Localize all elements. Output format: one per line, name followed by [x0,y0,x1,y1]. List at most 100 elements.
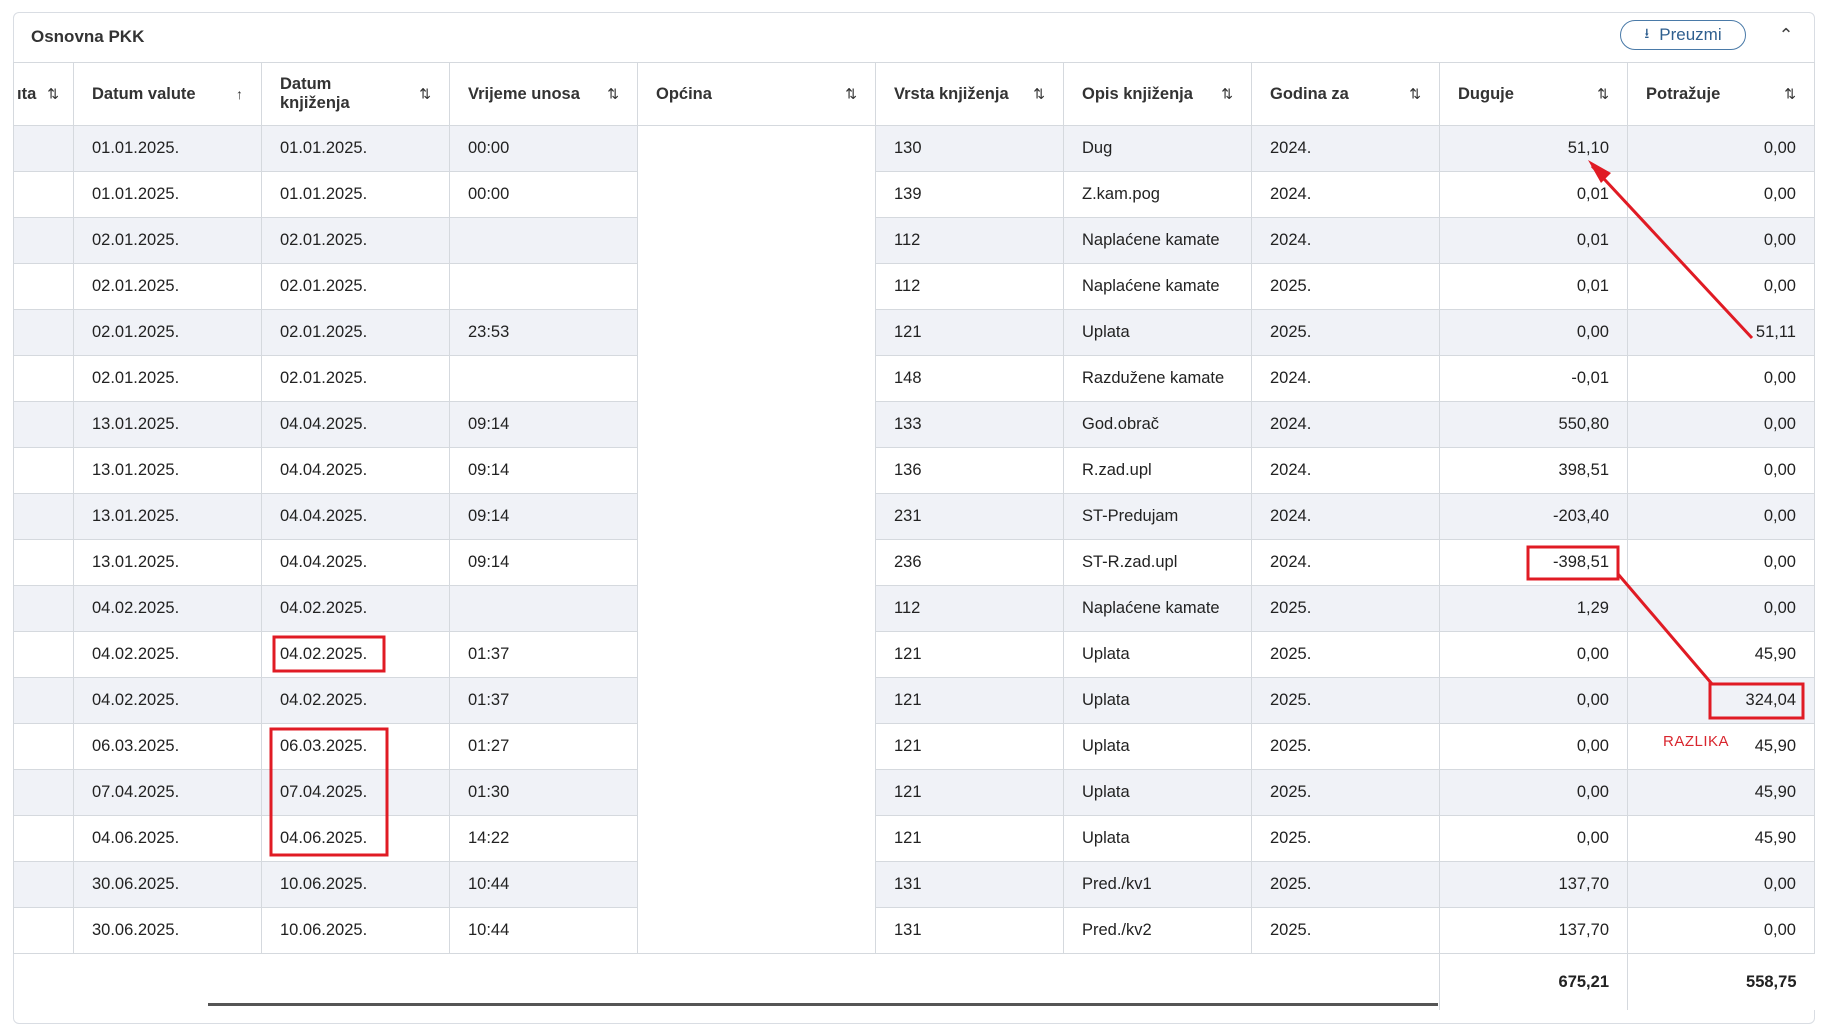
column-header[interactable]: Vrijeme unosa ⇅ [449,62,638,126]
transactions-table: ıta ⇅ Datum valute ↑ Datum knjiženja ⇅ Vrijeme… [13,62,1815,1010]
table-cell-opis: Naplaćene kamate [1063,263,1252,310]
sort-icon[interactable]: ⇅ [419,86,431,103]
table-cell-lead [13,907,74,954]
sort-icon[interactable]: ⇅ [1784,86,1796,103]
table-row[interactable]: 01.01.2025. 01.01.2025. 00:00 139 Z.kam.pog 2… [13,171,1815,218]
table-row[interactable]: 30.06.2025. 10.06.2025. 10:44 131 Pred./kv1 2… [13,861,1815,908]
table-row[interactable]: 04.06.2025. 04.06.2025. 14:22 121 Uplata 2025… [13,815,1815,862]
table-row[interactable]: 07.04.2025. 07.04.2025. 01:30 121 Uplata 2025… [13,769,1815,816]
table-cell-lead [13,769,74,816]
table-cell-opcina [637,125,876,172]
table-row[interactable]: 04.02.2025. 04.02.2025. 112 Naplaćene kamat… [13,585,1815,632]
table-cell-potrazuje: 0,00 [1627,861,1815,908]
table-header-row: ıta ⇅ Datum valute ↑ Datum knjiženja ⇅ Vrijeme… [13,62,1815,126]
sort-icon[interactable]: ⇅ [607,86,619,103]
table-cell-potrazuje: 0,00 [1627,539,1815,586]
table-row[interactable]: 13.01.2025. 04.04.2025. 09:14 133 God.obrač 2… [13,401,1815,448]
table-cell-godina: 2025. [1251,907,1440,954]
table-row[interactable]: 13.01.2025. 04.04.2025. 09:14 231 ST-Preduja… [13,493,1815,540]
table-cell-lead [13,263,74,310]
table-cell-knjizenje: 01.01.2025. [261,125,450,172]
table-cell-vrsta: 131 [875,907,1064,954]
table-cell-lead [13,217,74,264]
table-row[interactable]: 02.01.2025. 02.01.2025. 23:53 121 Uplata 2025… [13,309,1815,356]
table-cell-duguje: 550,80 [1439,401,1628,448]
bottom-scrollbar[interactable] [208,1003,1438,1006]
sort-icon[interactable]: ⇅ [845,86,857,103]
sort-icon[interactable]: ⇅ [1221,86,1233,103]
table-cell-duguje: 0,00 [1439,723,1628,770]
table-row[interactable]: 02.01.2025. 02.01.2025. 112 Naplaćene kamat… [13,263,1815,310]
table-cell-valuta: 07.04.2025. [73,769,262,816]
table-cell-potrazuje: 0,00 [1627,447,1815,494]
table-cell-vrijeme: 09:14 [449,493,638,540]
table-cell-opcina [637,585,876,632]
table-cell-potrazuje: 0,00 [1627,263,1815,310]
column-header[interactable]: Opis knjiženja ⇅ [1063,62,1252,126]
table-cell-opis: Z.kam.pog [1063,171,1252,218]
column-header[interactable]: Vrsta knjiženja ⇅ [875,62,1064,126]
table-cell-opcina [637,723,876,770]
table-row[interactable]: 01.01.2025. 01.01.2025. 00:00 130 Dug 2024. 51… [13,125,1815,172]
column-header[interactable]: Općina ⇅ [637,62,876,126]
table-cell-knjizenje: 04.02.2025. [261,631,450,678]
table-row[interactable]: 13.01.2025. 04.04.2025. 09:14 136 R.zad.upl 2… [13,447,1815,494]
column-header-label: Vrsta knjiženja [894,84,1009,103]
table-row[interactable]: 04.02.2025. 04.02.2025. 01:37 121 Uplata 2025… [13,631,1815,678]
table-cell-vrsta: 231 [875,493,1064,540]
sort-icon[interactable]: ⇅ [1409,86,1421,103]
table-cell-vrsta: 112 [875,263,1064,310]
table-cell-potrazuje: 45,90 [1627,769,1815,816]
table-row[interactable]: 06.03.2025. 06.03.2025. 01:27 121 Uplata 2025… [13,723,1815,770]
table-cell-vrsta: 121 [875,631,1064,678]
table-cell-lead [13,125,74,172]
table-cell-vrsta: 130 [875,125,1064,172]
sort-icon[interactable]: ⇅ [1033,86,1045,103]
sort-icon[interactable]: ⇅ [47,86,59,103]
table-cell-valuta: 01.01.2025. [73,171,262,218]
sort-ascending-icon[interactable]: ↑ [236,86,243,102]
table-row[interactable]: 13.01.2025. 04.04.2025. 09:14 236 ST-R.zad.u… [13,539,1815,586]
column-header[interactable]: Duguje ⇅ [1439,62,1628,126]
table-cell-knjizenje: 02.01.2025. [261,263,450,310]
table-cell-potrazuje: 0,00 [1627,125,1815,172]
table-cell-opcina [637,263,876,310]
column-header[interactable]: Godina za ⇅ [1251,62,1440,126]
column-header[interactable]: Potražuje ⇅ [1627,62,1815,126]
column-header[interactable]: ıta ⇅ [13,62,74,126]
chevron-up-icon[interactable]: ⌃ [1773,22,1799,48]
table-cell-duguje: 0,01 [1439,171,1628,218]
table-cell-opcina [637,309,876,356]
table-cell-vrijeme: 09:14 [449,401,638,448]
sort-icon[interactable]: ⇅ [1597,86,1609,103]
table-row[interactable]: 30.06.2025. 10.06.2025. 10:44 131 Pred./kv2 2… [13,907,1815,954]
table-row[interactable]: 02.01.2025. 02.01.2025. 112 Naplaćene kamat… [13,217,1815,264]
table-cell-godina: 2025. [1251,723,1440,770]
table-cell-opcina [637,907,876,954]
table-cell-duguje: 0,00 [1439,769,1628,816]
table-cell-duguje: -203,40 [1439,493,1628,540]
table-cell-lead [13,815,74,862]
total-duguje: 675,21 [1439,953,1628,1010]
table-cell-knjizenje: 04.04.2025. [261,539,450,586]
totals-row: 675,21 558,75 [13,953,1815,1010]
column-header[interactable]: Datum valute ↑ [73,62,262,126]
table-cell-duguje: 0,00 [1439,677,1628,724]
table-cell-opcina [637,401,876,448]
table-cell-knjizenje: 02.01.2025. [261,217,450,264]
table-cell-potrazuje: 0,00 [1627,401,1815,448]
column-header[interactable]: Datum knjiženja ⇅ [261,62,450,126]
table-cell-opcina [637,217,876,264]
table-cell-valuta: 02.01.2025. [73,309,262,356]
table-cell-valuta: 04.06.2025. [73,815,262,862]
download-button[interactable]: ⭳ Preuzmi [1620,20,1746,50]
table-cell-knjizenje: 04.04.2025. [261,447,450,494]
table-cell-godina: 2025. [1251,585,1440,632]
table-cell-opis: Uplata [1063,723,1252,770]
table-row[interactable]: 02.01.2025. 02.01.2025. 148 Razdužene kamat… [13,355,1815,402]
table-cell-knjizenje: 04.02.2025. [261,585,450,632]
table-cell-lead [13,861,74,908]
table-row[interactable]: 04.02.2025. 04.02.2025. 01:37 121 Uplata 2025… [13,677,1815,724]
table-cell-knjizenje: 10.06.2025. [261,861,450,908]
table-cell-godina: 2024. [1251,217,1440,264]
